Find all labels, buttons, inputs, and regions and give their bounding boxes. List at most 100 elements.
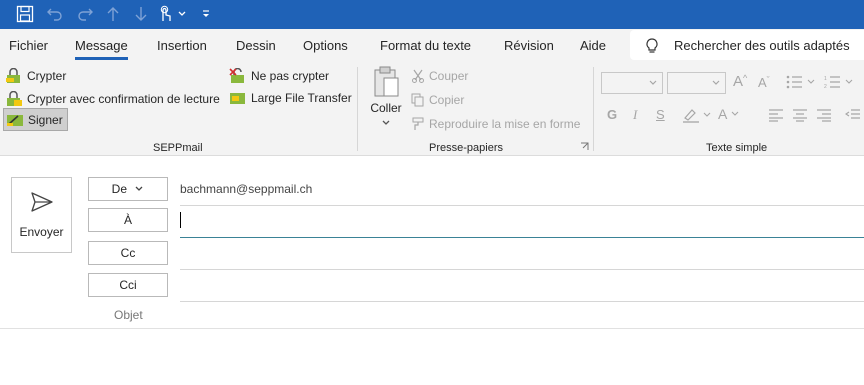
dropdown-icon[interactable]	[176, 4, 188, 24]
subject-label: Objet	[114, 308, 143, 322]
align-right-icon	[817, 109, 831, 122]
copier-button[interactable]: Copier	[411, 91, 464, 109]
font-color-glyph: A	[718, 106, 728, 122]
tab-fichier[interactable]: Fichier	[9, 38, 48, 53]
from-divider	[180, 205, 864, 206]
send-label: Envoyer	[19, 225, 64, 239]
undo-icon[interactable]	[44, 4, 66, 24]
font-size-combo[interactable]	[667, 72, 726, 94]
bcc-input[interactable]	[180, 272, 864, 300]
bullets-button[interactable]	[786, 75, 816, 89]
customize-icon[interactable]	[199, 4, 213, 24]
from-address: bachmann@seppmail.ch	[180, 182, 313, 196]
large-file-transfer-button[interactable]: Large File Transfer	[229, 89, 352, 107]
ribbon: Crypter Crypter avec confirmation de lec…	[0, 61, 864, 156]
to-input[interactable]	[180, 208, 864, 236]
bcc-button[interactable]: Cci	[88, 273, 168, 297]
sign-icon	[7, 114, 23, 126]
dialog-launcher-icon[interactable]	[580, 142, 589, 153]
search-label: Rechercher des outils adaptés	[674, 38, 850, 53]
couper-label: Couper	[429, 69, 469, 83]
crypter-label: Crypter	[27, 69, 67, 83]
subject-divider	[0, 328, 864, 329]
couper-button[interactable]: Couper	[411, 67, 468, 85]
save-icon[interactable]	[14, 4, 36, 24]
chevron-down-icon	[135, 186, 143, 191]
tab-insertion[interactable]: Insertion	[157, 38, 207, 53]
text-caret	[180, 212, 181, 228]
coller-label: Coller	[370, 101, 402, 115]
underline-button[interactable]: S	[656, 107, 665, 122]
send-icon	[31, 192, 53, 212]
crypter-button[interactable]: Crypter	[5, 67, 66, 85]
reproduire-mise-en-forme-button[interactable]: Reproduire la mise en forme	[411, 115, 580, 133]
send-button[interactable]: Envoyer	[11, 177, 72, 253]
up-arrow-icon[interactable]	[102, 4, 124, 24]
unlock-icon	[229, 68, 244, 83]
highlighter-icon	[683, 109, 711, 123]
tab-revision[interactable]: Révision	[504, 38, 554, 53]
font-name-combo[interactable]	[601, 72, 663, 94]
active-tab-indicator	[75, 57, 128, 60]
to-button[interactable]: À	[88, 208, 168, 232]
decrease-indent-button[interactable]	[845, 108, 861, 122]
paste-icon	[374, 66, 399, 97]
signer-label: Signer	[28, 112, 63, 127]
from-label: De	[111, 182, 127, 196]
from-button[interactable]: De	[88, 177, 168, 201]
shrink-font-button[interactable]: Aˇ	[758, 75, 770, 90]
tab-format-du-texte[interactable]: Format du texte	[380, 38, 471, 53]
lock-receipt-icon	[7, 91, 22, 106]
bold-button[interactable]: G	[607, 107, 617, 122]
font-color-button[interactable]: A	[718, 106, 743, 122]
chevron-down-icon	[731, 111, 739, 116]
align-center-icon	[793, 109, 807, 122]
tab-aide[interactable]: Aide	[580, 38, 606, 53]
italic-button[interactable]: I	[633, 107, 637, 123]
large-file-icon	[230, 93, 245, 104]
bullet-list-icon	[786, 75, 815, 89]
search-tools[interactable]: Rechercher des outils adaptés	[630, 30, 864, 60]
crypter-confirmation-button[interactable]: Crypter avec confirmation de lecture	[5, 90, 220, 108]
crypter-confirmation-label: Crypter avec confirmation de lecture	[27, 92, 220, 106]
ne-pas-crypter-button[interactable]: Ne pas crypter	[229, 67, 329, 85]
seppmail-group-label: SEPPmail	[153, 142, 203, 154]
chevron-down-icon	[649, 80, 657, 85]
coller-button[interactable]: Coller	[367, 66, 405, 136]
grow-font-button[interactable]: A^	[733, 73, 747, 90]
cc-divider	[180, 269, 864, 270]
svg-text:1: 1	[824, 76, 827, 82]
tab-options[interactable]: Options	[303, 38, 348, 53]
copier-label: Copier	[429, 93, 465, 107]
chevron-down-icon	[382, 120, 390, 125]
format-painter-icon	[412, 117, 424, 130]
align-left-icon	[769, 109, 783, 122]
lightbulb-icon	[645, 38, 659, 57]
align-left-button[interactable]	[768, 108, 784, 122]
numbering-button[interactable]: 12	[824, 75, 854, 89]
copy-icon	[411, 93, 424, 107]
shrink-font-glyph: A	[758, 75, 767, 90]
align-right-button[interactable]	[816, 108, 832, 122]
tab-message[interactable]: Message	[75, 38, 128, 53]
quick-access-toolbar	[0, 0, 864, 29]
reproduire-label: Reproduire la mise en forme	[429, 117, 581, 131]
signer-button[interactable]: Signer	[3, 108, 68, 131]
subject-input[interactable]	[180, 302, 864, 328]
grow-font-glyph: A	[733, 73, 744, 90]
tab-dessin[interactable]: Dessin	[236, 38, 276, 53]
cc-input[interactable]	[180, 240, 864, 268]
lock-icon	[6, 68, 20, 83]
chevron-down-icon	[712, 80, 720, 85]
presse-papiers-group-label: Presse-papiers	[429, 142, 503, 154]
down-arrow-icon[interactable]	[130, 4, 152, 24]
align-center-button[interactable]	[792, 108, 808, 122]
ne-pas-crypter-label: Ne pas crypter	[251, 69, 330, 83]
numbered-list-icon: 12	[824, 76, 853, 89]
highlight-button[interactable]	[682, 107, 712, 123]
to-divider	[180, 237, 864, 238]
redo-icon[interactable]	[74, 4, 96, 24]
touch-mode-icon[interactable]	[155, 4, 175, 24]
outdent-icon	[845, 109, 860, 119]
cc-button[interactable]: Cc	[88, 241, 168, 265]
